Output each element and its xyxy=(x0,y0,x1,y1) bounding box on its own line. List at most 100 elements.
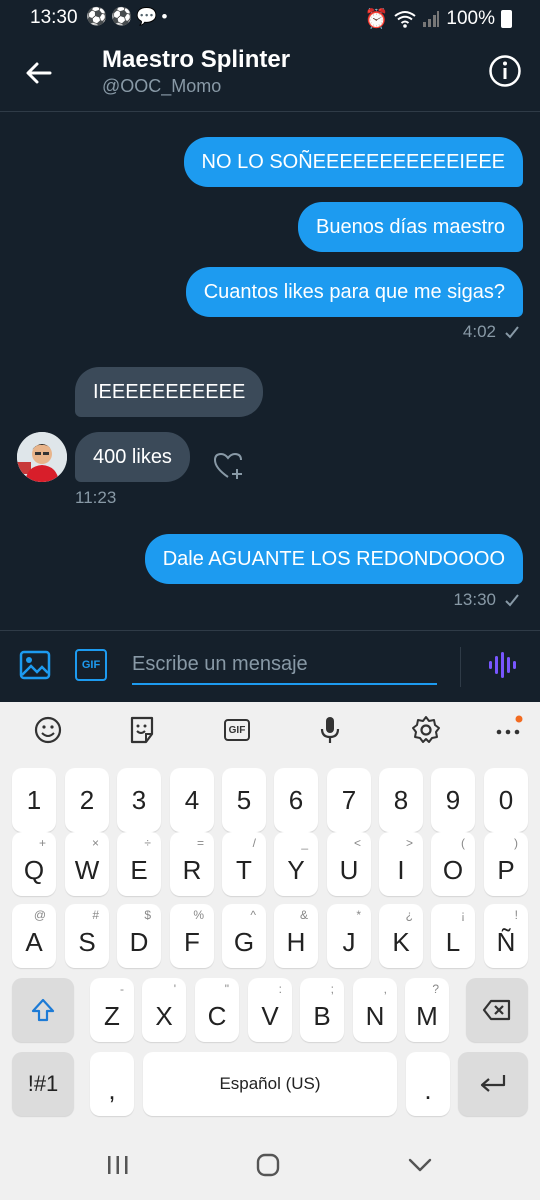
message-bubble-outgoing[interactable]: Buenos días maestro xyxy=(298,202,523,252)
key-s[interactable]: # S xyxy=(65,904,109,968)
message-bubble-outgoing[interactable]: Cuantos likes para que me sigas? xyxy=(185,267,523,317)
conversation-handle: @OOC_Momo xyxy=(102,76,222,96)
key-m[interactable]: ? M xyxy=(405,978,449,1042)
key-z[interactable]: -Z xyxy=(90,978,134,1042)
message-timestamp: 4:02 xyxy=(463,322,520,342)
conversation-header: Maestro Splinter @OOC_Momo xyxy=(0,34,540,112)
status-right: ⏰ 100% xyxy=(365,7,512,31)
key-p[interactable]: ) P xyxy=(484,832,528,896)
key-q[interactable]: + Q xyxy=(12,832,56,896)
sent-check-icon xyxy=(505,594,519,607)
backspace-key[interactable] xyxy=(466,978,528,1042)
backspace-icon xyxy=(482,999,511,1021)
key-e[interactable]: ÷ E xyxy=(117,832,161,896)
sticker-icon[interactable] xyxy=(126,714,158,746)
key-k[interactable]: ¿ K xyxy=(379,904,423,968)
notification-icons: ⚽ ⚽ 💬 • xyxy=(86,7,167,27)
timestamp-text: 4:02 xyxy=(462,322,496,341)
soccer-ball-icon: ⚽ xyxy=(86,7,108,26)
keyboard: GIF 1 2 3 4 5 6 7 8 9 0 + Q × W ÷ E = R / T _… xyxy=(0,702,540,1200)
soccer-ball-icon: ⚽ xyxy=(111,7,133,26)
emoji-icon[interactable] xyxy=(32,714,64,746)
key-r[interactable]: = R xyxy=(170,832,214,896)
key-d[interactable]: $ D xyxy=(117,904,161,968)
back-chevron-icon[interactable] xyxy=(405,1150,435,1180)
message-timestamp: 11:23 xyxy=(75,488,116,508)
alarm-icon: ⏰ xyxy=(364,9,389,30)
comma-key[interactable]: , xyxy=(90,1052,134,1116)
gif-box: GIF xyxy=(224,719,250,741)
message-bubble-outgoing[interactable]: NO LO SOÑEEEEEEEEEEEIEEE xyxy=(183,137,523,187)
status-time: 13:30 xyxy=(30,7,78,28)
wifi-icon xyxy=(394,11,417,28)
conversation-title: Maestro Splinter xyxy=(102,46,291,73)
recent-apps-icon[interactable] xyxy=(103,1150,133,1180)
key-o[interactable]: (O xyxy=(431,832,475,896)
key-x[interactable]: ' X xyxy=(142,978,186,1042)
timestamp-text: 11:23 xyxy=(75,488,117,507)
key-a[interactable]: @ A xyxy=(12,904,56,968)
key-7[interactable]: 7 xyxy=(327,768,371,832)
voice-message-icon[interactable] xyxy=(486,649,518,681)
message-bubble-incoming[interactable]: IEEEEEEEEEEE xyxy=(75,367,264,417)
avatar[interactable] xyxy=(17,432,67,482)
keyboard-toolbar: GIF xyxy=(0,702,540,758)
space-label: Español (US) xyxy=(219,1074,321,1093)
key-3[interactable]: 3 xyxy=(117,768,161,832)
key-i[interactable]: > I xyxy=(379,832,423,896)
key-u[interactable]: < U xyxy=(327,832,371,896)
key-v[interactable]: :V xyxy=(248,978,292,1042)
battery-icon xyxy=(501,10,512,28)
key-l[interactable]: ¡ L xyxy=(431,904,475,968)
dot-icon: • xyxy=(161,7,168,26)
messenger-icon: 💬 xyxy=(136,7,158,26)
info-icon[interactable] xyxy=(488,54,522,88)
more-icon[interactable] xyxy=(492,714,524,746)
key-y[interactable]: _ Y xyxy=(274,832,318,896)
signal-icon xyxy=(423,11,440,27)
gif-label: GIF xyxy=(81,659,101,671)
key-2[interactable]: 2 xyxy=(65,768,109,832)
status-bar: 13:30 ⚽ ⚽ 💬 • ⏰ 100% xyxy=(0,0,540,34)
sent-check-icon xyxy=(505,326,519,339)
key-9[interactable]: 9 xyxy=(431,768,475,832)
key-4[interactable]: 4 xyxy=(170,768,214,832)
key-b[interactable]: ; B xyxy=(300,978,344,1042)
key-5[interactable]: 5 xyxy=(222,768,266,832)
battery-text: 100% xyxy=(446,8,495,29)
heart-plus-icon[interactable] xyxy=(212,450,246,482)
back-arrow-icon[interactable] xyxy=(22,56,56,90)
message-input[interactable] xyxy=(132,645,437,685)
gif-label: GIF xyxy=(228,724,246,736)
key-6[interactable]: 6 xyxy=(274,768,318,832)
message-bubble-incoming[interactable]: 400 likes xyxy=(75,432,190,482)
space-key[interactable]: Español (US) xyxy=(143,1052,397,1116)
composer-divider xyxy=(460,647,461,687)
symbols-key[interactable]: !#1 xyxy=(12,1052,74,1116)
image-icon[interactable] xyxy=(19,649,51,681)
key-g[interactable]: ^ G xyxy=(222,904,266,968)
gif-icon[interactable]: GIF xyxy=(221,714,253,746)
key-j[interactable]: * J xyxy=(327,904,371,968)
microphone-icon[interactable] xyxy=(314,714,346,746)
key-n-tilde[interactable]: ! Ñ xyxy=(484,904,528,968)
home-icon[interactable] xyxy=(253,1150,283,1180)
message-bubble-outgoing[interactable]: Dale AGUANTE LOS REDONDOOOO xyxy=(144,534,523,584)
key-f[interactable]: % F xyxy=(170,904,214,968)
key-c[interactable]: " C xyxy=(195,978,239,1042)
key-0[interactable]: 0 xyxy=(484,768,528,832)
key-t[interactable]: / T xyxy=(222,832,266,896)
settings-icon[interactable] xyxy=(410,714,442,746)
avatar-image xyxy=(17,432,67,482)
key-n[interactable]: ,N xyxy=(353,978,397,1042)
key-1[interactable]: 1 xyxy=(12,768,56,832)
timestamp-text: 13:30 xyxy=(453,590,496,609)
key-h[interactable]: & H xyxy=(274,904,318,968)
message-timestamp: 13:30 xyxy=(453,590,520,610)
key-w[interactable]: × W xyxy=(65,832,109,896)
enter-key[interactable] xyxy=(458,1052,528,1116)
shift-key[interactable] xyxy=(12,978,74,1042)
key-8[interactable]: 8 xyxy=(379,768,423,832)
gif-icon[interactable]: GIF xyxy=(75,649,107,681)
period-key[interactable]: . xyxy=(406,1052,450,1116)
